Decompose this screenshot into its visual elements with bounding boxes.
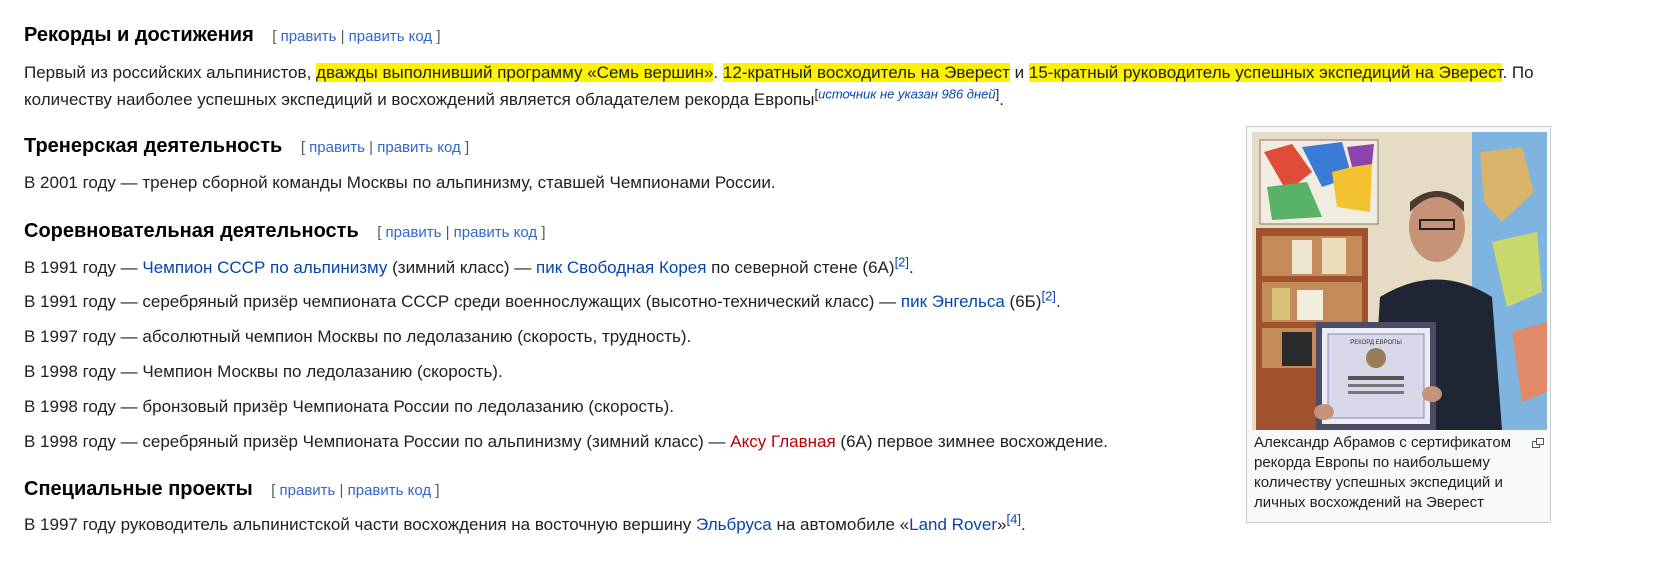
- competition-item: В 1991 году — серебряный призёр чемпиона…: [24, 288, 1061, 311]
- citation-needed: [источник не указан 986 дней]: [814, 86, 1000, 102]
- enlarge-icon[interactable]: [1532, 435, 1544, 448]
- ussr-championship-link[interactable]: Чемпион СССР по альпинизму: [142, 258, 387, 277]
- competition-item: В 1998 году — Чемпион Москвы по ледолаза…: [24, 362, 503, 381]
- edit-source-link[interactable]: править код: [348, 482, 432, 499]
- reference-link[interactable]: [2]: [895, 254, 909, 269]
- section-title: Специальные проекты: [24, 478, 253, 500]
- competition-item: В 1997 году — абсолютный чемпион Москвы …: [24, 327, 692, 346]
- engels-peak-link[interactable]: пик Энгельса: [901, 292, 1005, 311]
- highlight-everest-climber: 12-кратный восходитель на Эверест: [722, 63, 1010, 82]
- competition-item: В 1998 году — серебряный призёр Чемпиона…: [24, 432, 1109, 451]
- reference-link[interactable]: [2]: [1041, 288, 1055, 303]
- section-heading-special: Специальные проекты [ править | править …: [24, 474, 439, 504]
- edit-section-links: [ править | править код ]: [271, 482, 440, 499]
- edit-source-link[interactable]: править код: [377, 139, 461, 156]
- section-heading-trainer: Тренерская деятельность [ править | прав…: [24, 131, 469, 161]
- special-paragraph: В 1997 году руководитель альпинистской ч…: [24, 511, 1026, 534]
- edit-source-link[interactable]: править код: [454, 224, 538, 241]
- elbrus-link[interactable]: Эльбруса: [696, 515, 772, 534]
- section-title: Тренерская деятельность: [24, 135, 283, 157]
- figure-caption: Александр Абрамов с сертификатом рекорда…: [1254, 434, 1512, 511]
- section-heading-competition: Соревновательная деятельность [ править …: [24, 216, 546, 246]
- section-heading-records: Рекорды и достижения [ править | править…: [24, 20, 441, 50]
- edit-section-links: [ править | править код ]: [300, 139, 470, 156]
- aksu-main-redlink[interactable]: Аксу Главная: [730, 432, 835, 451]
- trainer-paragraph: В 2001 году — тренер сборной команды Мос…: [24, 173, 776, 192]
- photo-illustration: РЕКОРД ЕВРОПЫ: [1252, 132, 1547, 430]
- competition-item: В 1998 году — бронзовый призёр Чемпионат…: [24, 397, 675, 416]
- records-paragraph: Первый из российских альпинистов, дважды…: [24, 63, 1534, 109]
- edit-source-link[interactable]: править код: [349, 28, 433, 45]
- edit-section-links: [ править | править код ]: [377, 224, 546, 241]
- photo-abramov-certificate[interactable]: РЕКОРД ЕВРОПЫ: [1252, 132, 1547, 430]
- edit-link[interactable]: править: [281, 28, 337, 45]
- highlight-everest-leader: 15-кратный руководитель успешных экспеди…: [1028, 63, 1503, 82]
- edit-link[interactable]: править: [386, 224, 442, 241]
- competition-item: В 1991 году — Чемпион СССР по альпинизму…: [24, 254, 914, 277]
- edit-link[interactable]: править: [309, 139, 365, 156]
- citation-needed-link[interactable]: источник не указан 986 дней: [818, 86, 996, 101]
- edit-link[interactable]: править: [280, 482, 336, 499]
- section-title: Рекорды и достижения: [24, 24, 254, 46]
- section-title: Соревновательная деятельность: [24, 220, 359, 242]
- reference-link[interactable]: [4]: [1007, 511, 1021, 526]
- certificate-title: РЕКОРД ЕВРОПЫ: [1350, 340, 1402, 346]
- highlight-seven-summits: дважды выполнивший программу «Семь верши…: [316, 63, 714, 82]
- edit-section-links: [ править | править код ]: [272, 28, 441, 45]
- free-korea-peak-link[interactable]: пик Свободная Корея: [536, 258, 706, 277]
- land-rover-link[interactable]: Land Rover: [909, 515, 997, 534]
- figure-thumbnail: РЕКОРД ЕВРОПЫ Александр Абрамов с сертиф…: [1246, 126, 1551, 523]
